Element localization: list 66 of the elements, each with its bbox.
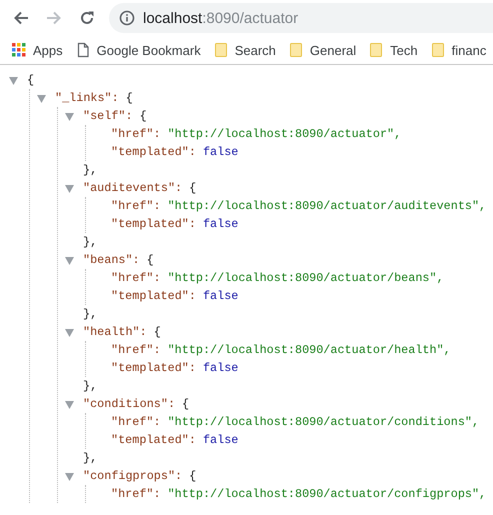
json-key: "configprops": (83, 469, 182, 483)
bookmark-item[interactable]: General (284, 40, 362, 60)
expand-toggle-icon[interactable] (9, 77, 18, 85)
bookmark-item[interactable]: financ (426, 40, 492, 60)
json-key: "href": (111, 415, 161, 429)
bookmark-item[interactable]: Search (210, 40, 281, 60)
close-brace: }, (83, 451, 98, 465)
expand-toggle-icon[interactable] (65, 185, 74, 193)
json-key: "beans": (83, 253, 140, 267)
json-key: "templated": (111, 433, 196, 447)
json-key: "health": (83, 325, 147, 339)
info-icon (119, 10, 135, 26)
open-brace: { (27, 73, 34, 87)
json-key: "templated": (111, 145, 196, 159)
open-brace: { (189, 469, 196, 483)
json-key: "href": (111, 199, 161, 213)
string-value: "http://localhost:8090/actuator/auditevents", (168, 199, 486, 213)
folder-icon (288, 42, 304, 58)
boolean-value: false (202, 217, 238, 231)
json-key: "templated": (111, 289, 196, 303)
open-brace: { (140, 109, 147, 123)
json-key: "href": (111, 271, 161, 285)
json-key: "href": (111, 127, 161, 141)
folder-icon (430, 42, 446, 58)
boolean-value: false (202, 289, 238, 303)
json-key: "href": (111, 343, 161, 357)
apps-grid-icon (11, 42, 27, 58)
string-value: "http://localhost:8090/actuator", (168, 127, 402, 141)
open-brace: { (126, 91, 133, 105)
expand-toggle-icon[interactable] (65, 329, 74, 337)
back-arrow-icon (13, 10, 29, 26)
bookmark-item[interactable]: Apps (8, 40, 68, 60)
expand-toggle-icon[interactable] (65, 401, 74, 409)
open-brace: { (189, 181, 196, 195)
open-brace: { (146, 253, 154, 267)
bookmark-item[interactable]: Google Bookmark (72, 40, 206, 60)
string-value: "http://localhost:8090/actuator/health", (168, 343, 451, 357)
open-brace: { (182, 397, 190, 411)
string-value: "http://localhost:8090/actuator/configprops", (168, 487, 486, 501)
json-key: "self": (83, 109, 133, 123)
expand-toggle-icon[interactable] (65, 113, 74, 121)
close-brace: }, (83, 379, 98, 393)
json-key: "_links": (55, 91, 119, 105)
reload-icon (79, 10, 95, 26)
close-brace: }, (83, 307, 98, 321)
string-value: "http://localhost:8090/actuator/conditions", (168, 415, 480, 429)
expand-toggle-icon[interactable] (37, 95, 46, 103)
boolean-value: false (202, 361, 238, 375)
folder-icon (368, 42, 384, 58)
json-key: "href": (111, 487, 161, 501)
json-key: "templated": (111, 361, 196, 375)
boolean-value: false (202, 433, 238, 447)
url-text: localhost:8090/actuator (143, 10, 298, 26)
open-brace: { (154, 325, 161, 339)
expand-toggle-icon[interactable] (65, 473, 74, 481)
boolean-value: false (202, 145, 238, 159)
expand-toggle-icon[interactable] (65, 257, 74, 265)
close-brace: }, (83, 163, 98, 177)
bookmark-item[interactable]: Tech (365, 40, 423, 60)
folder-icon (212, 42, 229, 58)
close-brace: }, (83, 235, 98, 249)
address-bar[interactable]: localhost:8090/actuator (109, 3, 493, 33)
string-value: "http://localhost:8090/actuator/beans", (168, 271, 444, 285)
json-key: "conditions": (83, 397, 176, 411)
json-key: "templated": (111, 217, 196, 231)
json-key: "auditevents": (83, 181, 182, 195)
